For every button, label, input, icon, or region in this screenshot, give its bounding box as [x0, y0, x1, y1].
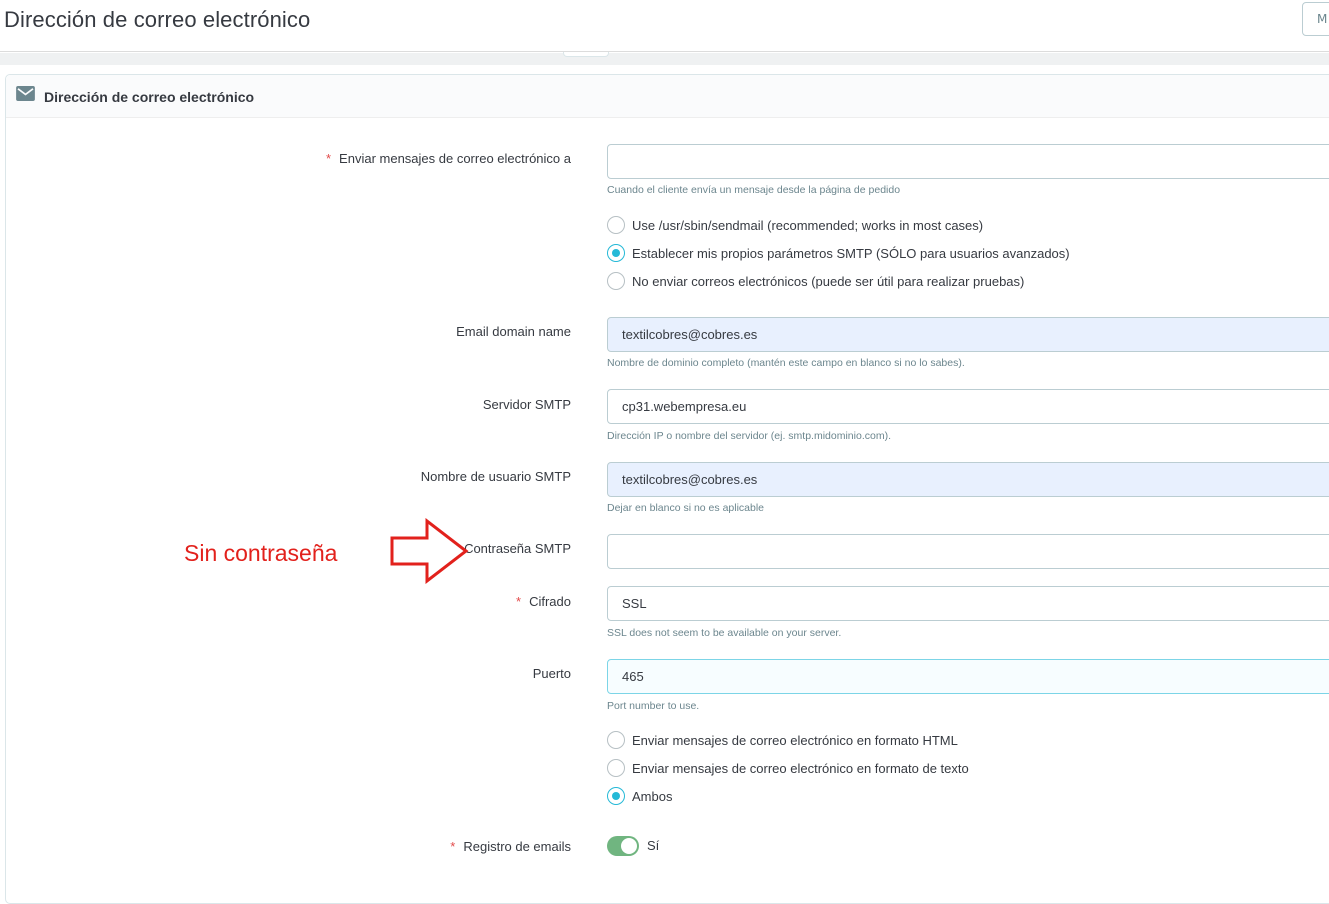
annotation-arrow-icon — [390, 518, 469, 584]
radio-label: Establecer mis propios parámetros SMTP (… — [632, 245, 1070, 261]
smtp-server-input[interactable]: cp31.webempresa.eu — [607, 389, 1329, 424]
radio-button[interactable] — [607, 244, 625, 262]
port-input[interactable]: 465 — [607, 659, 1329, 694]
page-header: Dirección de correo electrónico M — [0, 0, 1329, 52]
radio-button[interactable] — [607, 272, 625, 290]
port-help: Port number to use. — [607, 700, 700, 712]
annotation-text: Sin contraseña — [184, 540, 338, 566]
smtp-password-label: Contraseña SMTP — [464, 541, 571, 556]
smtp-server-help: Dirección IP o nombre del servidor (ej. … — [607, 430, 891, 442]
encryption-help: SSL does not seem to be available on you… — [607, 627, 842, 639]
email-log-toggle[interactable] — [607, 836, 639, 856]
radio-button[interactable] — [607, 731, 625, 749]
radio-format-both[interactable]: Ambos — [607, 786, 672, 806]
smtp-password-input[interactable] — [607, 534, 1329, 569]
send-to-label: * Enviar mensajes de correo electrónico a — [325, 151, 571, 166]
smtp-user-label: Nombre de usuario SMTP — [420, 469, 571, 484]
radio-sendmail[interactable]: Use /usr/sbin/sendmail (recommended; wor… — [607, 215, 983, 235]
encryption-label: * Cifrado — [516, 594, 571, 609]
radio-label: Enviar mensajes de correo electrónico en… — [632, 732, 958, 748]
panel-heading: Dirección de correo electrónico — [6, 75, 1329, 118]
required-marker: * — [325, 151, 332, 166]
email-log-state: Sí — [647, 838, 660, 853]
required-marker: * — [450, 839, 456, 854]
content-background — [0, 53, 1329, 65]
panel-title: Dirección de correo electrónico — [44, 89, 255, 105]
port-label: Puerto — [532, 666, 571, 681]
toggle-knob — [621, 838, 637, 854]
radio-button[interactable] — [607, 216, 625, 234]
domain-help: Nombre de dominio completo (mantén este … — [607, 357, 965, 369]
domain-input[interactable]: textilcobres@cobres.es — [607, 317, 1329, 352]
radio-no-mail[interactable]: No enviar correos electrónicos (puede se… — [607, 271, 1024, 291]
radio-label: Enviar mensajes de correo electrónico en… — [632, 760, 969, 776]
radio-own-smtp[interactable]: Establecer mis propios parámetros SMTP (… — [607, 243, 1070, 263]
header-action-button[interactable]: M — [1302, 2, 1329, 36]
encryption-select[interactable]: SSL — [607, 586, 1329, 621]
radio-format-html[interactable]: Enviar mensajes de correo electrónico en… — [607, 730, 958, 750]
smtp-user-help: Dejar en blanco si no es aplicable — [607, 502, 765, 514]
page-title: Dirección de correo electrónico — [4, 7, 311, 32]
radio-label: Ambos — [632, 788, 673, 804]
radio-button[interactable] — [607, 787, 625, 805]
send-to-help: Cuando el cliente envía un mensaje desde… — [607, 184, 901, 196]
tab-edge — [563, 52, 609, 57]
radio-label: Use /usr/sbin/sendmail (recommended; wor… — [632, 217, 984, 233]
domain-label: Email domain name — [456, 324, 571, 339]
email-log-label: * Registro de emails — [450, 839, 571, 854]
envelope-icon — [16, 86, 35, 101]
send-to-input[interactable] — [607, 144, 1329, 179]
smtp-server-label: Servidor SMTP — [482, 397, 571, 412]
radio-label: No enviar correos electrónicos (puede se… — [632, 273, 1025, 289]
required-marker: * — [516, 594, 522, 609]
radio-format-text[interactable]: Enviar mensajes de correo electrónico en… — [607, 758, 969, 778]
smtp-user-input[interactable]: textilcobres@cobres.es — [607, 462, 1329, 497]
radio-button[interactable] — [607, 759, 625, 777]
